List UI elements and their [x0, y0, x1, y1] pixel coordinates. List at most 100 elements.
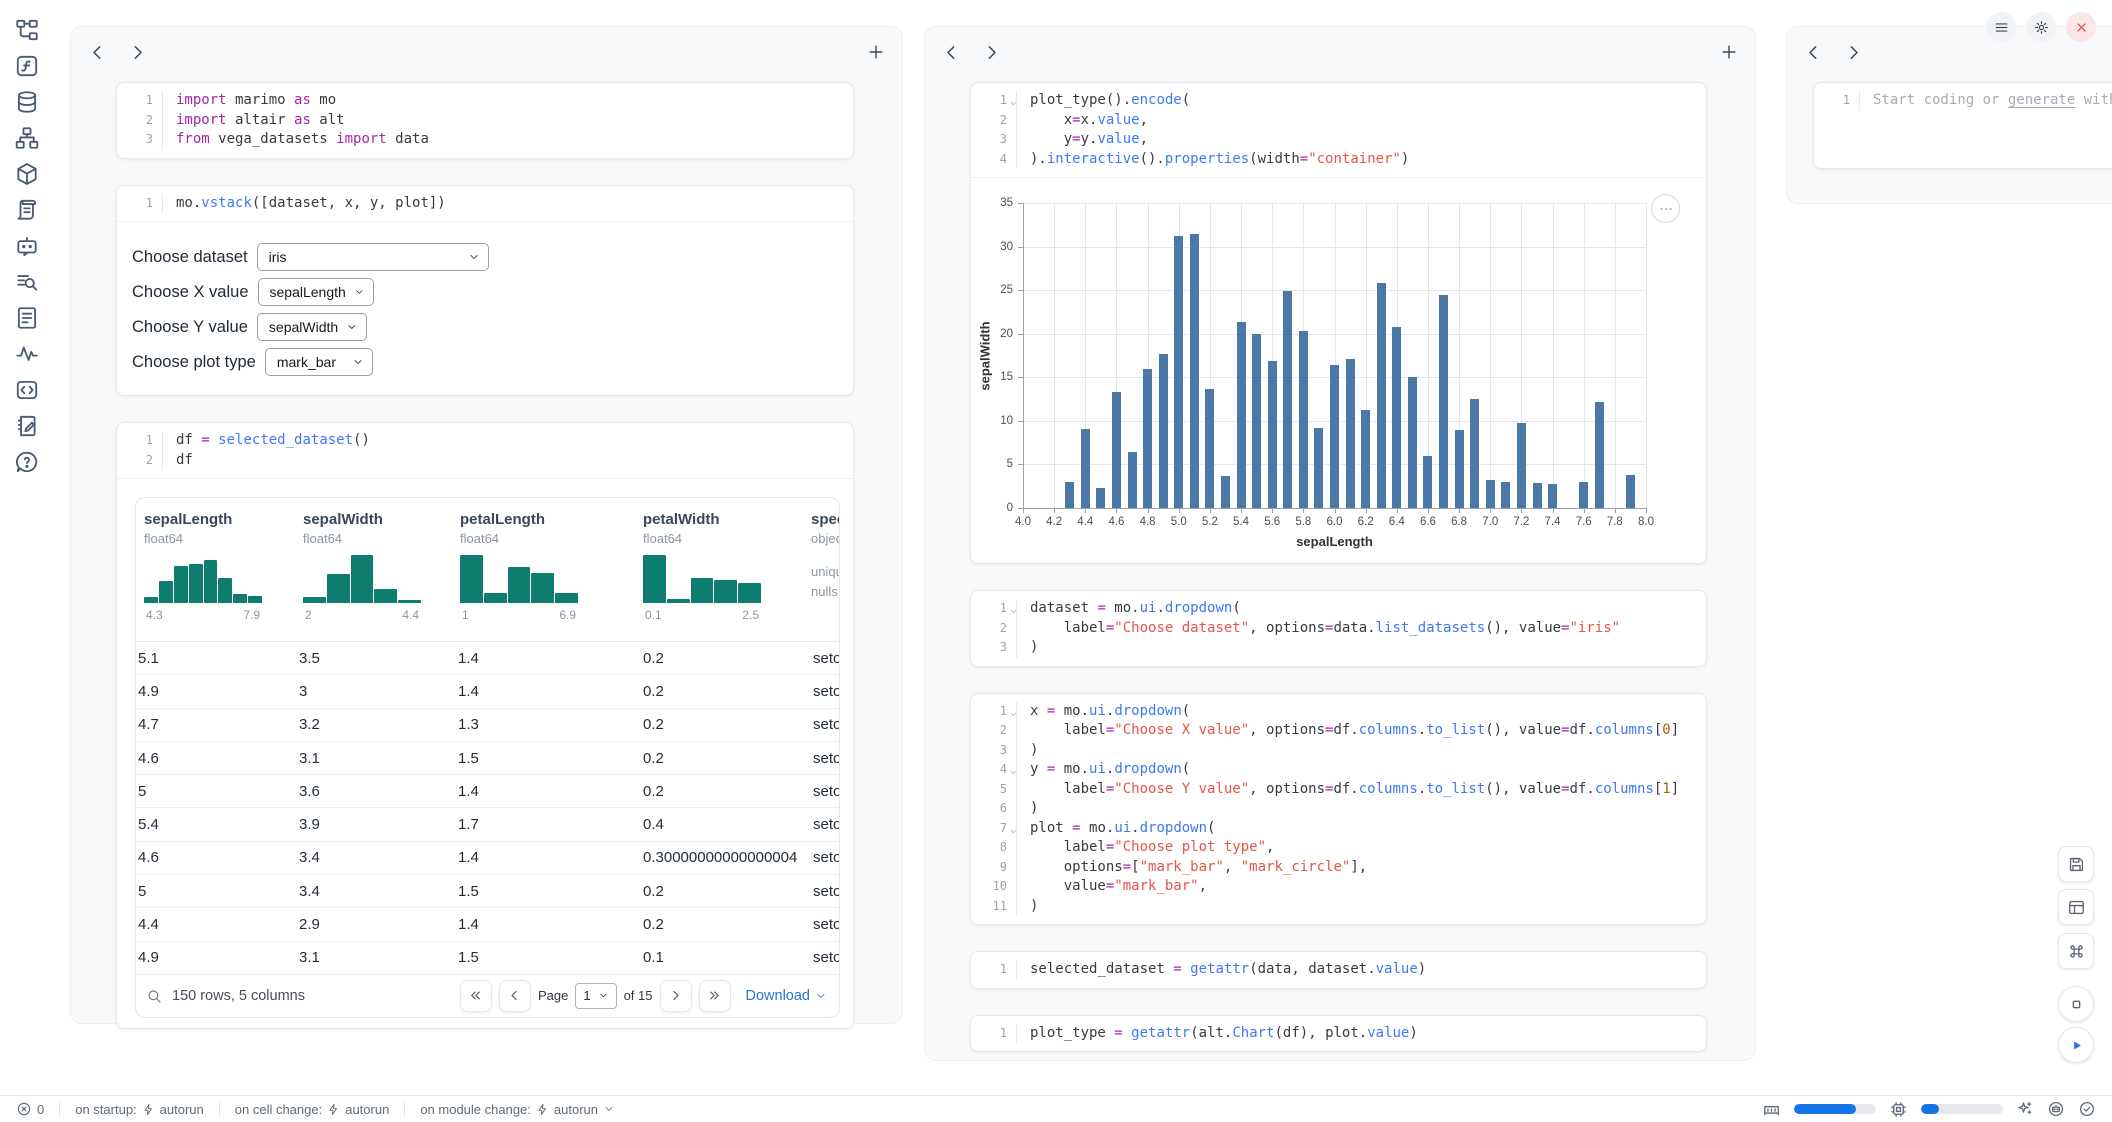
dropdown-value: mark_bar [277, 354, 336, 370]
table-cell: 3.2 [297, 716, 456, 733]
fold-chevron-icon[interactable] [1009, 95, 1018, 104]
add-cell-button[interactable] [1719, 42, 1743, 66]
last-page-button[interactable] [699, 980, 731, 1012]
code-token: plot [1030, 820, 1072, 836]
code-token: plot_type [1030, 92, 1106, 108]
code-editor[interactable]: 1df = selected_dataset()2df [117, 423, 853, 478]
code-line: 6) [971, 799, 1696, 819]
fold-chevron-icon[interactable] [1009, 706, 1018, 715]
x-tick-label: 4.0 [1015, 516, 1031, 528]
runtime-setting-1[interactable]: on cell change:autorun [235, 1102, 390, 1117]
chatbot-icon [14, 233, 40, 259]
column-header-petalLength[interactable]: petalLengthfloat6416.9 [460, 511, 643, 641]
column-prev-button[interactable] [87, 42, 111, 66]
code-token: (width [1249, 151, 1300, 167]
line-number: 8 [971, 838, 1017, 858]
column-next-button[interactable] [127, 42, 151, 66]
sidebar-item-help[interactable] [14, 449, 40, 475]
chevron-right-icon [1843, 42, 1864, 63]
code-editor[interactable]: 1dataset = mo.ui.dropdown(2 label="Choos… [971, 591, 1706, 666]
save-button[interactable] [2058, 846, 2094, 882]
histogram-bar [327, 574, 350, 603]
interrupt-button[interactable] [2058, 986, 2094, 1022]
dropdown-value: sepalWidth [269, 319, 338, 335]
y-tick [1018, 377, 1023, 378]
fold-chevron-icon[interactable] [1009, 823, 1018, 832]
x-tick [1397, 508, 1398, 513]
code-token: vega_datasets [210, 131, 336, 147]
code-token: ). [1030, 151, 1047, 167]
code-line: 8 label="Choose plot type", [971, 838, 1696, 858]
code-editor[interactable]: 1import marimo as mo2import altair as al… [117, 83, 853, 158]
chart-bar [1299, 331, 1308, 508]
code-token: to_list [1426, 781, 1485, 797]
close-button[interactable] [2066, 12, 2096, 42]
column-prev-button[interactable] [1803, 42, 1827, 66]
column-header-petalWidth[interactable]: petalWidthfloat640.12.5 [643, 511, 811, 641]
code-token: options [1030, 859, 1123, 875]
download-button[interactable]: Download [746, 988, 828, 1004]
code-line: 2 label="Choose X value", options=df.col… [971, 721, 1696, 741]
code-token: columns [1595, 722, 1654, 738]
next-page-button[interactable] [660, 980, 692, 1012]
run-all-button[interactable] [2058, 1027, 2094, 1063]
column-header-sepalWidth[interactable]: sepalWidthfloat6424.4 [303, 511, 460, 641]
keyboard-shortcuts-button[interactable] [2058, 933, 2094, 969]
sidebar-item-file-tree[interactable] [14, 17, 40, 43]
dropdown-select[interactable]: iris [257, 243, 489, 271]
sidebar-item-scratchpad[interactable] [14, 413, 40, 439]
settings-button[interactable] [2026, 12, 2056, 42]
runtime-setting-2[interactable]: on module change:autorun [420, 1102, 615, 1117]
page-select[interactable]: 1 [575, 983, 616, 1009]
column-header-species[interactable]: speciesobjectunique:nulls: [811, 511, 840, 641]
column-header-sepalLength[interactable]: sepalLengthfloat644.37.9 [144, 511, 303, 641]
line-number: 2 [971, 619, 1017, 639]
search-icon[interactable] [146, 988, 162, 1004]
column-next-button[interactable] [1843, 42, 1867, 66]
dropdown-select[interactable]: mark_bar [265, 348, 373, 376]
runtime-setting-0[interactable]: on startup:autorun [75, 1102, 204, 1117]
sidebar-item-snippets[interactable] [14, 305, 40, 331]
dropdown-select[interactable]: sepalWidth [257, 313, 367, 341]
check-circle-button[interactable] [2078, 1100, 2096, 1118]
chevron-down-icon [468, 251, 480, 263]
sidebar-item-database[interactable] [14, 89, 40, 115]
column-prev-button[interactable] [941, 42, 965, 66]
chart-bar [1392, 327, 1401, 508]
sidebar-item-logs[interactable] [14, 197, 40, 223]
code-editor[interactable]: 1Start coding or generate with AI [1814, 83, 2112, 119]
fold-chevron-icon[interactable] [1009, 764, 1018, 773]
errors-indicator[interactable]: 0 [16, 1101, 44, 1117]
sidebar-item-activity[interactable] [14, 341, 40, 367]
sparkles-button[interactable] [2016, 1100, 2034, 1118]
dropdown-select[interactable]: sepalLength [258, 278, 374, 306]
column-next-button[interactable] [981, 42, 1005, 66]
run-all-icon [2067, 1036, 2086, 1055]
code-editor[interactable]: 1mo.vstack([dataset, x, y, plot]) [117, 186, 853, 222]
code-editor[interactable]: 1selected_dataset = getattr(data, datase… [971, 952, 1706, 988]
sidebar-item-function[interactable] [14, 53, 40, 79]
sidebar-item-dependency-graph[interactable] [14, 125, 40, 151]
menu-button[interactable] [1986, 12, 2016, 42]
sidebar-item-output-console[interactable] [14, 377, 40, 403]
table-cell: setosa [811, 716, 840, 733]
table-cell: 3.1 [297, 949, 456, 966]
code-text: x=x.value, [1017, 111, 1148, 131]
code-editor[interactable]: 1plot_type().encode(2 x=x.value,3 y=y.va… [971, 83, 1706, 177]
app-layout-button[interactable] [2058, 889, 2094, 925]
sidebar-item-search-list[interactable] [14, 269, 40, 295]
sidebar-item-chatbot[interactable] [14, 233, 40, 259]
code-token: altair [227, 112, 294, 128]
bot-button[interactable] [2047, 1100, 2065, 1118]
sidebar-item-package[interactable] [14, 161, 40, 187]
prev-page-button[interactable] [499, 980, 531, 1012]
fold-chevron-icon[interactable] [1009, 603, 1018, 612]
code-cell: 1Start coding or generate with AI [1813, 82, 2112, 169]
add-cell-button[interactable] [866, 42, 890, 66]
code-editor[interactable]: 1x = mo.ui.dropdown(2 label="Choose X va… [971, 694, 1706, 925]
code-editor[interactable]: 1plot_type = getattr(alt.Chart(df), plot… [971, 1016, 1706, 1052]
generate-with-ai-link[interactable]: generate [2008, 92, 2075, 108]
chart-actions-button[interactable] [1651, 194, 1680, 223]
first-page-button[interactable] [460, 980, 492, 1012]
table-row: 5.43.91.70.4setosa [136, 808, 840, 841]
